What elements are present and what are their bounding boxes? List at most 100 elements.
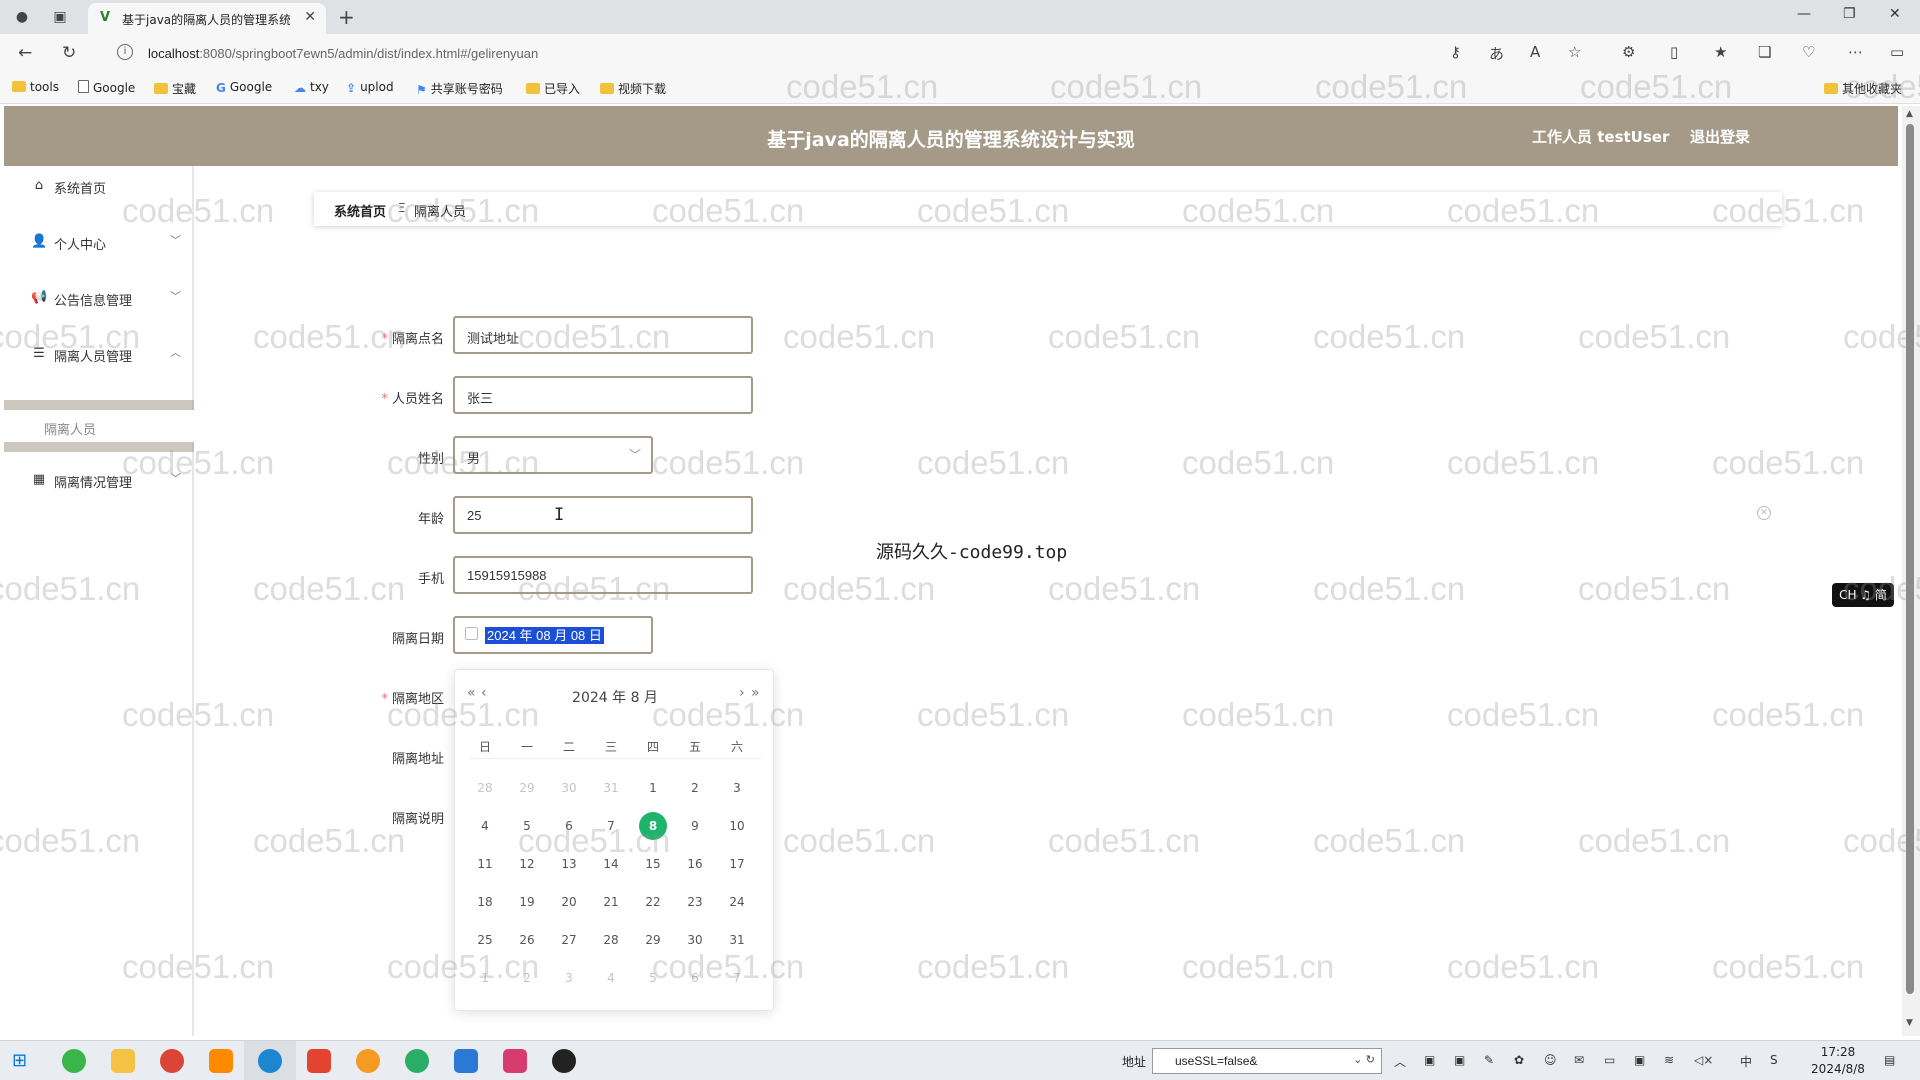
- system-clock[interactable]: 17:28 2024/8/8: [1808, 1044, 1868, 1078]
- page-scrollbar[interactable]: ▲ ▼: [1902, 106, 1920, 1036]
- date-input[interactable]: 2024 年 08 月 08 日: [453, 616, 653, 654]
- date-cell[interactable]: 6: [681, 964, 709, 992]
- close-circle-icon[interactable]: ✕: [1757, 506, 1771, 520]
- qq-icon[interactable]: [552, 1049, 576, 1073]
- date-cell[interactable]: 17: [723, 850, 751, 878]
- date-cell[interactable]: 3: [723, 774, 751, 802]
- wifi-icon[interactable]: ≋: [1664, 1053, 1674, 1067]
- age-input[interactable]: 25: [453, 496, 753, 534]
- bookmark-imported[interactable]: 已导入: [526, 80, 580, 97]
- date-cell[interactable]: 15: [639, 850, 667, 878]
- info-icon[interactable]: i: [117, 44, 133, 60]
- date-cell[interactable]: 25: [471, 926, 499, 954]
- logout-button[interactable]: 退出登录: [1690, 126, 1750, 147]
- date-cell[interactable]: 2: [681, 774, 709, 802]
- breadcrumb-home[interactable]: 系统首页: [334, 201, 386, 220]
- bookmark-google[interactable]: Google: [78, 80, 135, 95]
- date-cell[interactable]: 4: [597, 964, 625, 992]
- date-cell[interactable]: 31: [723, 926, 751, 954]
- date-cell[interactable]: 10: [723, 812, 751, 840]
- split-screen-icon[interactable]: ▯: [1670, 43, 1678, 61]
- date-cell[interactable]: 21: [597, 888, 625, 916]
- sidebar-toggle-icon[interactable]: ▭: [1890, 43, 1904, 61]
- favorite-star-icon[interactable]: ☆: [1568, 43, 1581, 61]
- date-cell[interactable]: 28: [597, 926, 625, 954]
- scroll-down-icon[interactable]: ▼: [1906, 1018, 1913, 1028]
- collections-icon[interactable]: ❏: [1758, 43, 1771, 61]
- tray-app-icon[interactable]: ▣: [1634, 1053, 1645, 1067]
- date-cell[interactable]: 22: [639, 888, 667, 916]
- app-360-icon[interactable]: [62, 1049, 86, 1073]
- tray-app-icon[interactable]: ✎: [1484, 1053, 1494, 1067]
- date-cell[interactable]: 11: [471, 850, 499, 878]
- date-cell[interactable]: 7: [597, 812, 625, 840]
- chrome-icon[interactable]: [160, 1049, 184, 1073]
- file-explorer-icon[interactable]: [111, 1049, 135, 1073]
- date-cell[interactable]: 14: [597, 850, 625, 878]
- date-cell-selected[interactable]: 8: [639, 812, 667, 840]
- date-cell[interactable]: 24: [723, 888, 751, 916]
- more-menu-icon[interactable]: ⋯: [1848, 43, 1863, 61]
- tray-app-icon[interactable]: ☺: [1544, 1053, 1557, 1067]
- sidebar-item-isolation-personnel[interactable]: ☰ 隔离人员管理 ︿: [4, 334, 194, 374]
- tray-wechat-icon[interactable]: ✉: [1574, 1053, 1584, 1067]
- wechat-icon[interactable]: [405, 1049, 429, 1073]
- sidebar-subitem-isolated-person[interactable]: 隔离人员: [4, 410, 194, 442]
- date-cell[interactable]: 6: [555, 812, 583, 840]
- sidebar-item-notice-management[interactable]: 📢 公告信息管理 ﹀: [4, 278, 194, 318]
- url-field[interactable]: i localhost:8080/springboot7ewn5/admin/d…: [112, 38, 1602, 68]
- date-cell[interactable]: 13: [555, 850, 583, 878]
- date-cell[interactable]: 4: [471, 812, 499, 840]
- date-cell[interactable]: 29: [639, 926, 667, 954]
- intellij-icon[interactable]: [503, 1049, 527, 1073]
- close-tab-icon[interactable]: ✕: [304, 9, 316, 25]
- tray-expand-icon[interactable]: ︿: [1394, 1053, 1406, 1070]
- app-orange-icon[interactable]: [356, 1049, 380, 1073]
- extensions-icon[interactable]: ⚙: [1622, 43, 1635, 61]
- bookmark-uplod[interactable]: ⇪ uplod: [346, 80, 394, 95]
- sidebar-item-isolation-status[interactable]: ▦ 隔离情况管理 ﹀: [4, 460, 194, 500]
- date-cell[interactable]: 5: [639, 964, 667, 992]
- date-cell[interactable]: 30: [681, 926, 709, 954]
- start-windows-icon[interactable]: ⊞: [12, 1051, 32, 1071]
- sidebar-item-home[interactable]: ⌂ 系统首页: [4, 166, 194, 206]
- wps-icon[interactable]: [307, 1049, 331, 1073]
- date-cell[interactable]: 23: [681, 888, 709, 916]
- tray-battery-icon[interactable]: ▭: [1604, 1053, 1615, 1067]
- date-cell[interactable]: 26: [513, 926, 541, 954]
- profile-icon[interactable]: ●: [12, 7, 32, 27]
- bookmark-google-2[interactable]: G Google: [216, 80, 272, 95]
- person-name-input[interactable]: 张三: [453, 376, 753, 414]
- date-cell[interactable]: 7: [723, 964, 751, 992]
- site-name-input[interactable]: 测试地址: [453, 316, 753, 354]
- restore-button[interactable]: ❐: [1843, 6, 1856, 22]
- refresh-icon[interactable]: ↻: [62, 43, 76, 63]
- date-cell[interactable]: 12: [513, 850, 541, 878]
- tray-app-icon[interactable]: ✿: [1514, 1053, 1524, 1067]
- sidebar-item-personal-center[interactable]: 👤 个人中心 ﹀: [4, 222, 194, 262]
- tray-app-icon[interactable]: ▣: [1454, 1053, 1465, 1067]
- scroll-up-icon[interactable]: ▲: [1906, 109, 1913, 119]
- date-cell[interactable]: 3: [555, 964, 583, 992]
- password-key-icon[interactable]: ⚷: [1450, 43, 1461, 61]
- dropdown-icon[interactable]: ⌄ ↻: [1353, 1053, 1375, 1066]
- input-language[interactable]: 中: [1740, 1053, 1752, 1070]
- back-icon[interactable]: ←: [18, 43, 32, 63]
- date-cell[interactable]: 2: [513, 964, 541, 992]
- date-cell[interactable]: 30: [555, 774, 583, 802]
- date-cell[interactable]: 1: [471, 964, 499, 992]
- date-cell[interactable]: 27: [555, 926, 583, 954]
- bookmark-tools[interactable]: tools: [12, 80, 59, 94]
- bookmark-baozang[interactable]: 宝藏: [154, 80, 196, 97]
- read-aloud-icon[interactable]: A: [1530, 43, 1540, 61]
- browser-tab-active[interactable]: V 基于java的隔离人员的管理系统设 ✕: [88, 3, 326, 34]
- edge-icon[interactable]: [244, 1041, 296, 1080]
- phone-input[interactable]: 15915915988: [453, 556, 753, 594]
- notification-icon[interactable]: ▤: [1884, 1053, 1895, 1067]
- word-app-icon[interactable]: [454, 1049, 478, 1073]
- sogou-ime-icon[interactable]: S: [1770, 1053, 1778, 1067]
- date-cell[interactable]: 19: [513, 888, 541, 916]
- close-window-button[interactable]: ✕: [1889, 6, 1901, 22]
- bookmark-shared-accounts[interactable]: ⚑ 共享账号密码: [416, 80, 503, 97]
- bookmark-other-favorites[interactable]: 其他收藏夹: [1824, 80, 1902, 97]
